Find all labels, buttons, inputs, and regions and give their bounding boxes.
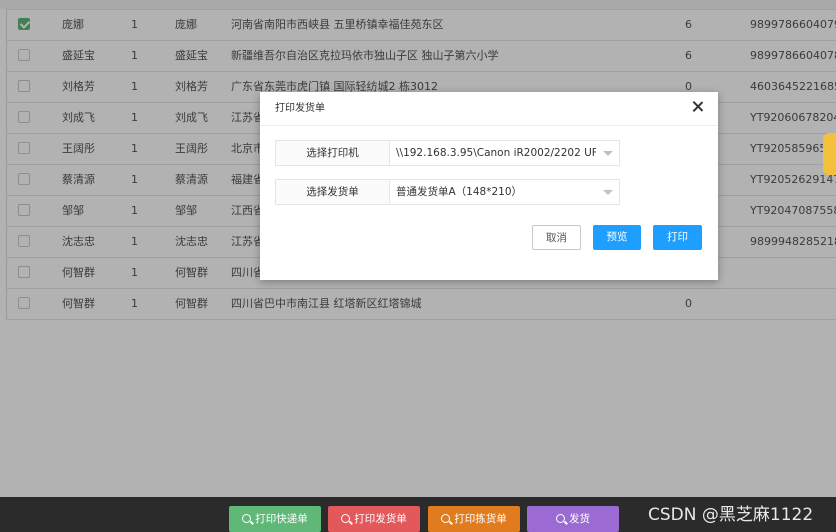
search-icon — [441, 514, 451, 523]
printer-label: 选择打印机 — [276, 141, 390, 165]
print-button[interactable]: 打印 — [653, 225, 702, 250]
printer-value: \\192.168.3.95\Canon iR2002/2202 UFI — [396, 147, 596, 159]
template-select[interactable]: 选择发货单 普通发货单A（148*210） — [275, 179, 620, 205]
chevron-down-icon — [603, 151, 613, 156]
watermark: CSDN @黑芝麻1122 — [648, 505, 814, 525]
template-value: 普通发货单A（148*210） — [396, 186, 523, 198]
printer-select[interactable]: 选择打印机 \\192.168.3.95\Canon iR2002/2202 U… — [275, 140, 620, 166]
template-label: 选择发货单 — [276, 180, 390, 204]
ship-button[interactable]: 发货 — [527, 506, 619, 532]
side-tab[interactable] — [823, 133, 836, 175]
dialog-header: 打印发货单 — [260, 92, 718, 126]
search-icon — [341, 514, 351, 523]
cancel-button[interactable]: 取消 — [532, 225, 581, 250]
preview-button[interactable]: 预览 — [593, 225, 641, 250]
print-express-button[interactable]: 打印快递单 — [229, 506, 321, 532]
print-invoice-dialog: 打印发货单 选择打印机 \\192.168.3.95\Canon iR2002/… — [260, 92, 718, 280]
ship-label: 发货 — [569, 513, 590, 525]
print-express-label: 打印快递单 — [255, 513, 308, 525]
print-invoice-button[interactable]: 打印发货单 — [328, 506, 420, 532]
close-icon[interactable] — [690, 99, 706, 115]
search-icon — [242, 514, 252, 523]
chevron-down-icon — [603, 190, 613, 195]
search-icon — [556, 514, 565, 523]
dialog-title: 打印发货单 — [275, 103, 325, 114]
print-picking-button[interactable]: 打印拣货单 — [428, 506, 520, 532]
print-picking-label: 打印拣货单 — [454, 513, 507, 525]
print-invoice-label: 打印发货单 — [354, 513, 407, 525]
